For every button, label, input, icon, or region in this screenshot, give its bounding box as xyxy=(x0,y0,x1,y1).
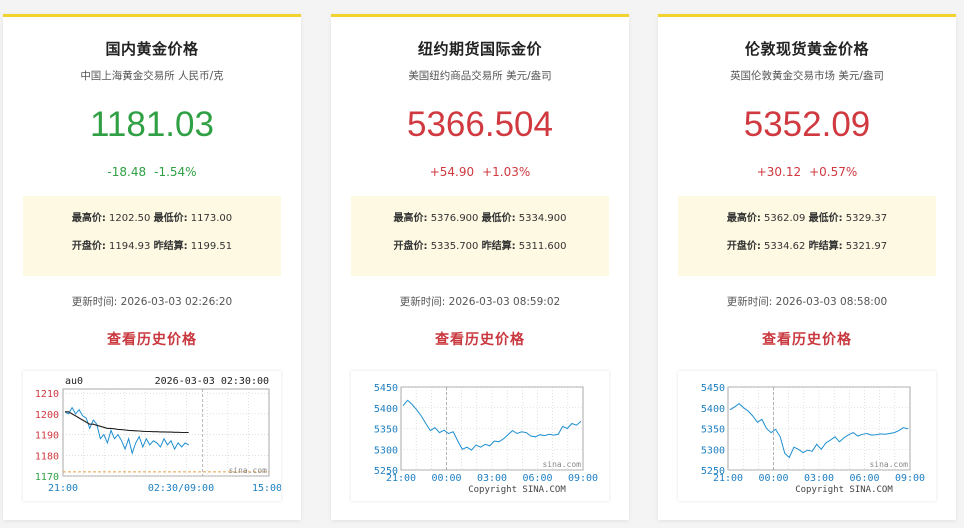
price-change: -18.48 -1.54% xyxy=(3,164,301,180)
open-value: 5334.62 xyxy=(764,241,806,252)
y-tick-label: 1210 xyxy=(35,389,59,400)
updated-label: 更新时间: xyxy=(399,296,446,308)
high-value: 1202.50 xyxy=(109,213,151,224)
settle-label: 昨结算: xyxy=(153,241,188,252)
low-value: 5329.37 xyxy=(845,213,888,224)
y-tick-label: 5450 xyxy=(374,383,398,394)
high-label: 最高价: xyxy=(393,213,428,224)
price-details: 最高价: 1202.50 最低价: 1173.00 开盘价: 1194.93 昨… xyxy=(23,196,281,276)
high-value: 5376.900 xyxy=(430,213,479,224)
price-change: +30.12 +0.57% xyxy=(658,164,956,180)
x-tick-label: 21:00 xyxy=(386,473,416,484)
y-tick-label: 5350 xyxy=(701,425,725,436)
update-time: 更新时间: 2026-03-03 02:26:20 xyxy=(3,294,301,309)
gold-card-london: 伦敦现货黄金价格 英国伦敦黄金交易市场 美元/盎司 5352.09 +30.12… xyxy=(658,14,956,520)
updated-value: 2026-03-03 08:58:00 xyxy=(775,296,888,308)
chart-watermark: sina.com xyxy=(542,460,581,469)
settle-value: 1199.51 xyxy=(190,241,233,252)
card-subtitle: 美国纽约商品交易所 美元/盎司 xyxy=(408,70,552,82)
card-title: 伦敦现货黄金价格 xyxy=(744,40,869,58)
open-value: 1194.93 xyxy=(109,241,151,252)
settle-label: 昨结算: xyxy=(481,241,516,252)
x-tick-label: 03:00 xyxy=(477,473,507,484)
y-tick-label: 5400 xyxy=(374,404,398,415)
settle-label: 昨结算: xyxy=(808,241,843,252)
current-price: 5366.504 xyxy=(407,105,553,144)
x-tick-label: 21:00 xyxy=(713,473,743,484)
change-percent: +0.57% xyxy=(809,165,858,179)
y-tick-label: 1190 xyxy=(35,431,59,442)
x-tick-label: 02:30/09:00 xyxy=(148,483,214,494)
y-tick-label: 1200 xyxy=(35,410,59,421)
change-percent: +1.03% xyxy=(482,165,531,179)
high-value: 5362.09 xyxy=(764,213,806,224)
y-tick-label: 5450 xyxy=(701,383,725,394)
chart-symbol: au0 xyxy=(65,376,83,387)
intraday-chart-svg: 52505300535054005450sina.com21:00 00:00 03… xyxy=(374,383,598,495)
gold-card-newyork: 纽约期货国际金价 美国纽约商品交易所 美元/盎司 5366.504 +54.90… xyxy=(331,14,629,520)
card-title: 纽约期货国际金价 xyxy=(417,40,542,58)
x-tick-label: 00:00 xyxy=(758,473,788,484)
settle-value: 5311.600 xyxy=(518,241,567,252)
updated-value: 2026-03-03 08:59:02 xyxy=(448,296,561,308)
history-price-link[interactable]: 查看历史价格 xyxy=(762,329,852,349)
chart-copyright: Copyright SINA.COM xyxy=(468,485,566,495)
open-label: 开盘价: xyxy=(71,241,106,252)
price-chart: 5250 5300 5350 5400 5450 sina.com 21:00 00:00 03… xyxy=(678,371,936,501)
price-details: 最高价: 5376.900 最低价: 5334.900 开盘价: 5335.70… xyxy=(351,196,609,276)
current-price: 5352.09 xyxy=(743,105,871,144)
update-time: 更新时间: 2026-03-03 08:58:00 xyxy=(658,294,956,309)
y-tick-label: 5300 xyxy=(701,445,725,456)
updated-label: 更新时间: xyxy=(726,296,773,308)
low-value: 5334.900 xyxy=(518,213,567,224)
low-label: 最低价: xyxy=(153,213,188,224)
x-tick-label: 09:00 xyxy=(568,473,598,484)
chart-timestamp: 2026-03-03 02:30:00 xyxy=(155,376,269,387)
intraday-chart-svg: 1170 1180 1190 1200 1210 au0 2026-03-03 02:30:… xyxy=(35,376,281,494)
open-label: 开盘价: xyxy=(726,241,761,252)
update-time: 更新时间: 2026-03-03 08:59:02 xyxy=(331,294,629,309)
intraday-chart-svg: 52505300535054005450sina.com21:00 00:00 03… xyxy=(701,383,925,495)
price-chart: 1170 1180 1190 1200 1210 au0 2026-03-03 02:30:… xyxy=(23,371,281,501)
updated-label: 更新时间: xyxy=(71,296,118,308)
y-tick-label: 5400 xyxy=(701,404,725,415)
history-price-link[interactable]: 查看历史价格 xyxy=(107,329,197,349)
open-value: 5335.700 xyxy=(430,241,479,252)
high-label: 最高价: xyxy=(726,213,761,224)
price-chart: 5250 5300 5350 5400 5450 sina.com 21:00 00:00 03… xyxy=(351,371,609,501)
updated-value: 2026-03-03 02:26:20 xyxy=(120,296,233,308)
x-tick-label: 03:00 xyxy=(804,473,834,484)
current-price: 1181.03 xyxy=(90,105,214,144)
chart-watermark: sina.com xyxy=(228,466,267,475)
y-tick-label: 1170 xyxy=(35,472,59,483)
low-value: 1173.00 xyxy=(190,213,233,224)
price-change: +54.90 +1.03% xyxy=(331,164,629,180)
y-tick-label: 5300 xyxy=(374,445,398,456)
chart-watermark: sina.com xyxy=(869,460,908,469)
change-value: +30.12 xyxy=(756,165,802,179)
x-tick-label: 09:00 xyxy=(895,473,925,484)
x-tick-label: 06:00 xyxy=(522,473,552,484)
history-price-link[interactable]: 查看历史价格 xyxy=(435,329,525,349)
chart-copyright: Copyright SINA.COM xyxy=(795,485,893,495)
low-label: 最低价: xyxy=(481,213,516,224)
low-label: 最低价: xyxy=(808,213,843,224)
price-details: 最高价: 5362.09 最低价: 5329.37 开盘价: 5334.62 昨… xyxy=(678,196,936,276)
x-tick-label: 00:00 xyxy=(431,473,461,484)
open-label: 开盘价: xyxy=(393,241,428,252)
y-tick-label: 1180 xyxy=(35,451,59,462)
gold-card-domestic: 国内黄金价格 中国上海黄金交易所 人民币/克 1181.03 -18.48 -1.… xyxy=(3,14,301,520)
card-subtitle: 中国上海黄金交易所 人民币/克 xyxy=(80,70,224,82)
x-tick-label: 15:00 xyxy=(252,483,281,494)
high-label: 最高价: xyxy=(71,213,106,224)
x-tick-label: 06:00 xyxy=(849,473,879,484)
settle-value: 5321.97 xyxy=(845,241,888,252)
card-subtitle: 英国伦敦黄金交易市场 美元/盎司 xyxy=(730,70,884,82)
change-value: +54.90 xyxy=(429,165,475,179)
card-title: 国内黄金价格 xyxy=(105,40,199,58)
y-tick-label: 5350 xyxy=(374,425,398,436)
change-percent: -1.54% xyxy=(154,165,197,179)
change-value: -18.48 xyxy=(107,165,147,179)
x-tick-label: 21:00 xyxy=(48,483,78,494)
